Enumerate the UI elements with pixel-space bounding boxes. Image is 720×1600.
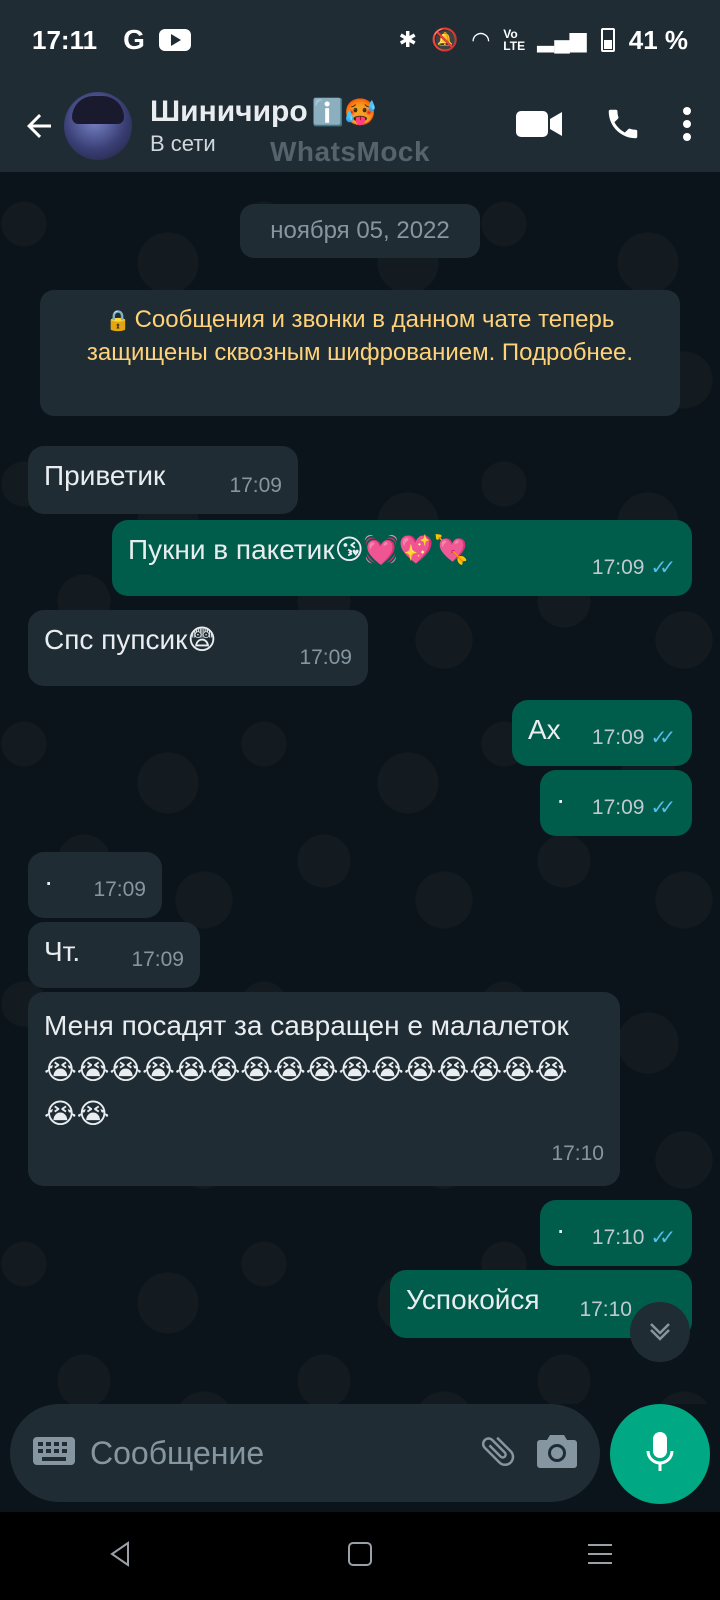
read-ticks-icon: ✓✓ [650, 1227, 675, 1249]
message-meta: 17:09 [131, 942, 184, 978]
message-time: 17:09 [93, 878, 146, 901]
message-text: · [556, 784, 566, 815]
message-meta: 17:09 [229, 468, 282, 504]
read-ticks-icon: ✓✓ [650, 797, 675, 819]
camera-icon[interactable] [536, 1433, 578, 1474]
contact-name: Шиничиро [150, 95, 308, 128]
message-bubble[interactable]: Ах 17:09 ✓✓ [512, 700, 692, 766]
encryption-notice-text: Сообщения и звонки в данном чате теперь … [86, 306, 634, 366]
message-bubble[interactable]: Меня посадят за савращен е малалеток😭😭😭😭… [28, 992, 620, 1186]
volte-icon: Vo LTE [503, 27, 526, 53]
message-bubble[interactable]: Пукни в пакетик😘💓💖💘 17:09 ✓✓ [112, 520, 692, 596]
message-text: · [44, 866, 54, 897]
message-meta: 17:09 ✓✓ [592, 790, 676, 826]
watermark: WhatsMock [270, 136, 431, 167]
encryption-notice[interactable]: 🔒 Сообщения и звонки в данном чате теперь… [40, 290, 680, 416]
nav-back-icon[interactable] [106, 1540, 134, 1573]
message-bubble[interactable]: Спс пупсик😨 17:09 [28, 610, 368, 686]
message-text: Ах [528, 714, 561, 745]
youtube-icon [158, 29, 191, 51]
bluetooth-icon: ✱ [398, 27, 417, 52]
battery-percent: 41 % [628, 24, 688, 55]
avatar[interactable] [64, 92, 132, 160]
keyboard-icon[interactable] [32, 1436, 76, 1471]
message-meta: 17:09 [299, 640, 352, 676]
message-composer[interactable]: Сообщение [10, 1404, 600, 1502]
message-text: Чт. [44, 936, 81, 967]
message-bubble[interactable]: · 17:09 ✓✓ [540, 770, 692, 836]
message-time: 17:10 [579, 1298, 632, 1321]
signal-icon: ▂▄▆ [537, 27, 587, 52]
message-input[interactable]: Сообщение [90, 1435, 460, 1472]
status-bar: 17:11 G ✱ 🔕 ◠ Vo LTE ▂▄▆ 41 % [0, 0, 720, 80]
message-text: Меня посадят за савращен е малалеток😭😭😭😭… [44, 1010, 569, 1129]
read-ticks-icon: ✓✓ [650, 727, 675, 749]
nav-home-icon[interactable] [347, 1541, 373, 1572]
contact-name-row: Шиничиро ℹ️🥵 [150, 95, 376, 129]
mute-icon: 🔕 [430, 27, 459, 52]
phone-icon[interactable] [604, 105, 642, 148]
message-bubble[interactable]: Приветик 17:09 [28, 446, 298, 514]
status-time: 17:11 [32, 24, 98, 55]
message-time: 17:09 [131, 948, 184, 971]
message-bubble[interactable]: Чт. 17:09 [28, 922, 200, 988]
mic-icon [645, 1431, 675, 1478]
nav-recents-icon[interactable] [586, 1542, 614, 1571]
message-time: 17:10 [591, 1226, 645, 1249]
message-bubble[interactable]: · 17:10 ✓✓ [540, 1200, 692, 1266]
system-nav-bar [0, 1512, 720, 1600]
message-meta: 17:09 [93, 872, 146, 908]
message-time: 17:09 [591, 556, 645, 579]
message-text: Приветик [44, 460, 166, 491]
message-time: 17:09 [299, 646, 352, 669]
lock-icon: 🔒 [105, 310, 131, 332]
status-right: ✱ 🔕 ◠ Vo LTE ▂▄▆ 41 % [399, 25, 688, 56]
message-time: 17:09 [591, 726, 645, 749]
message-meta: 17:09 ✓✓ [592, 720, 676, 756]
read-ticks-icon: ✓✓ [650, 557, 675, 579]
message-text: Успокойся [406, 1284, 540, 1315]
chevron-down-icon [645, 1315, 675, 1350]
message-text: Спс пупсик😨 [44, 624, 217, 655]
attach-icon[interactable] [478, 1431, 518, 1476]
message-bubble[interactable]: · 17:09 [28, 852, 162, 918]
chat-area[interactable]: ноября 05, 2022 🔒 Сообщения и звонки в да… [0, 172, 720, 1404]
message-meta: 17:10 [579, 1292, 632, 1328]
back-arrow-icon[interactable] [14, 101, 64, 151]
message-text: · [556, 1214, 566, 1245]
battery-icon [600, 28, 615, 52]
wifi-icon: ◠ [472, 27, 490, 52]
message-text: Пукни в пакетик😘💓💖💘 [128, 534, 469, 565]
message-time: 17:09 [591, 796, 645, 819]
google-icon: G [123, 24, 145, 55]
more-vert-icon[interactable] [682, 106, 692, 147]
scroll-down-button[interactable] [630, 1302, 690, 1362]
message-meta: 17:10 [551, 1132, 604, 1176]
message-meta: 17:09 ✓✓ [592, 550, 676, 586]
video-call-icon[interactable] [516, 109, 564, 144]
message-time: 17:10 [551, 1142, 604, 1165]
contact-name-emojis: ℹ️🥵 [311, 96, 377, 127]
message-meta: 17:10 ✓✓ [592, 1220, 676, 1256]
message-time: 17:09 [229, 474, 282, 497]
header-actions [516, 105, 692, 148]
mic-button[interactable] [610, 1404, 710, 1504]
date-separator: ноября 05, 2022 [240, 204, 480, 258]
